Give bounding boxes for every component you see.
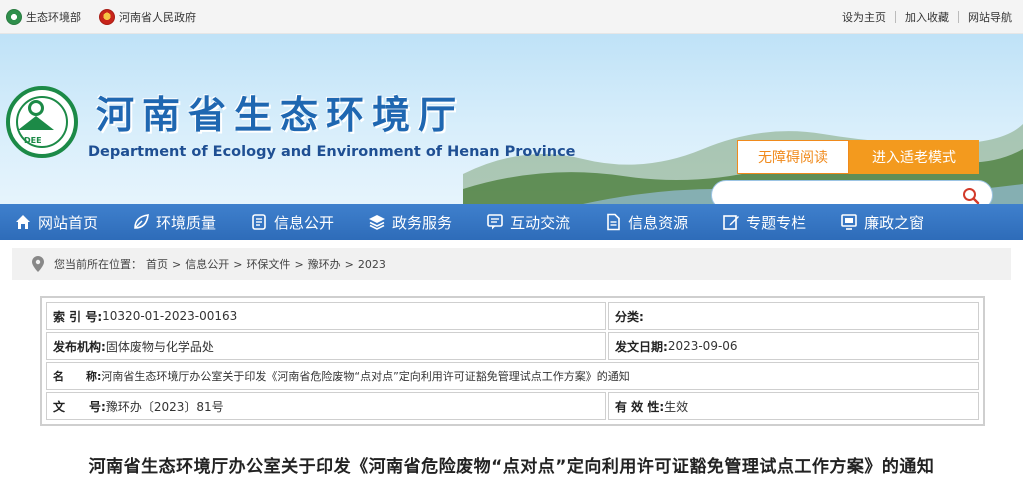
publisher-cell: 发布机构: 固体废物与化学品处 <box>46 332 606 360</box>
nav-item-label: 信息公开 <box>274 213 335 232</box>
search-icon[interactable] <box>962 187 980 204</box>
document-name-label: 名 称: <box>53 370 102 383</box>
search-box <box>711 180 993 204</box>
nav-item-label: 网站首页 <box>38 213 99 232</box>
home-icon <box>14 213 32 231</box>
set-homepage-link[interactable]: 设为主页 <box>833 9 895 25</box>
edit-icon <box>722 213 740 231</box>
ministry-emblem-icon <box>6 9 22 25</box>
nav-item-environment-quality[interactable]: 环境质量 <box>132 212 216 233</box>
validity-value: 生效 <box>664 399 689 414</box>
issue-date-value: 2023-09-06 <box>667 339 738 353</box>
accessibility-reading-button[interactable]: 无障碍阅读 <box>737 140 849 174</box>
nav-item-special-topics[interactable]: 专题专栏 <box>722 212 806 233</box>
breadcrumb-separator: > <box>172 257 182 271</box>
nav-item-integrity-window[interactable]: 廉政之窗 <box>840 212 924 233</box>
breadcrumb-separator: > <box>294 257 304 271</box>
ministry-link[interactable]: 生态环境部 <box>6 9 81 25</box>
nav-item-label: 廉政之窗 <box>864 213 925 232</box>
category-cell: 分类: <box>608 302 979 330</box>
national-emblem-icon <box>99 9 115 25</box>
index-number-label: 索 引 号: <box>53 309 103 324</box>
header-banner: DEE 河南省生态环境厅 Department of Ecology and E… <box>0 34 1023 204</box>
nav-item-government-services[interactable]: 政务服务 <box>368 212 452 233</box>
index-number-cell: 索 引 号: 10320-01-2023-00163 <box>46 302 606 330</box>
nav-item-home[interactable]: 网站首页 <box>14 212 98 233</box>
site-subtitle-english: Department of Ecology and Environment of… <box>88 144 576 160</box>
leaf-icon <box>132 213 150 231</box>
breadcrumb-container: 您当前所在位置： 首页 > 信息公开 > 环保文件 > 豫环办 > 2023 <box>0 240 1023 280</box>
table-row: 发布机构: 固体废物与化学品处 发文日期: 2023-09-06 <box>46 332 979 360</box>
location-pin-icon <box>32 256 44 272</box>
nav-item-information-resources[interactable]: 信息资源 <box>604 212 688 233</box>
chat-icon <box>486 213 504 231</box>
table-row: 索 引 号: 10320-01-2023-00163 分类: <box>46 302 979 330</box>
document-number-label: 文 号: <box>53 399 106 414</box>
site-navigation-link[interactable]: 网站导航 <box>959 9 1021 25</box>
file-icon <box>604 213 622 231</box>
index-number-value: 10320-01-2023-00163 <box>102 309 238 323</box>
top-bar-right-links: 设为主页 加入收藏 网站导航 <box>833 9 1021 25</box>
document-icon <box>250 213 268 231</box>
breadcrumb: 您当前所在位置： 首页 > 信息公开 > 环保文件 > 豫环办 > 2023 <box>12 248 1011 280</box>
document-title: 河南省生态环境厅办公室关于印发《河南省危险废物“点对点”定向利用许可证豁免管理试… <box>88 457 935 477</box>
department-logo[interactable]: DEE <box>6 86 78 158</box>
document-name-value: 河南省生态环境厅办公室关于印发《河南省危险废物“点对点”定向利用许可证豁免管理试… <box>101 370 630 383</box>
document-name-cell: 名 称: 河南省生态环境厅办公室关于印发《河南省危险废物“点对点”定向利用许可证… <box>46 362 979 390</box>
issue-date-cell: 发文日期: 2023-09-06 <box>608 332 979 360</box>
layers-icon <box>368 213 386 231</box>
publisher-label: 发布机构: <box>53 339 106 354</box>
ministry-link-label: 生态环境部 <box>26 11 81 24</box>
nav-item-label: 专题专栏 <box>746 213 807 232</box>
monitor-icon <box>840 213 858 231</box>
validity-cell: 有 效 性: 生效 <box>608 392 979 420</box>
nav-item-label: 政务服务 <box>392 213 453 232</box>
nav-item-interaction[interactable]: 互动交流 <box>486 212 570 233</box>
issue-date-label: 发文日期: <box>615 339 668 354</box>
breadcrumb-prefix: 您当前所在位置： <box>54 258 142 271</box>
breadcrumb-separator: > <box>344 257 354 271</box>
logo-text: DEE <box>24 136 42 145</box>
site-title: 河南省生态环境厅 <box>96 93 465 137</box>
search-input[interactable] <box>712 181 952 204</box>
top-bar-left-links: 生态环境部 河南省人民政府 <box>6 9 214 25</box>
breadcrumb-home[interactable]: 首页 <box>146 256 168 272</box>
provincial-government-link[interactable]: 河南省人民政府 <box>99 9 196 25</box>
breadcrumb-separator: > <box>233 257 243 271</box>
nav-item-label: 环境质量 <box>156 213 217 232</box>
nav-item-information-disclosure[interactable]: 信息公开 <box>250 212 334 233</box>
document-number-value: 豫环办〔2023〕81号 <box>105 399 224 414</box>
breadcrumb-year[interactable]: 2023 <box>358 258 386 271</box>
document-info-table: 索 引 号: 10320-01-2023-00163 分类: 发布机构: 固体废… <box>40 296 985 426</box>
nav-item-label: 信息资源 <box>628 213 689 232</box>
top-bar: 生态环境部 河南省人民政府 设为主页 加入收藏 网站导航 <box>0 0 1023 34</box>
breadcrumb-information-disclosure[interactable]: 信息公开 <box>185 256 229 272</box>
validity-label: 有 效 性: <box>615 399 665 414</box>
nav-item-label: 互动交流 <box>510 213 571 232</box>
breadcrumb-environmental-documents[interactable]: 环保文件 <box>246 256 290 272</box>
provincial-government-link-label: 河南省人民政府 <box>119 11 196 24</box>
breadcrumb-office-documents[interactable]: 豫环办 <box>308 256 341 272</box>
category-label: 分类: <box>615 309 644 324</box>
publisher-value: 固体废物与化学品处 <box>105 339 214 354</box>
main-navigation: 网站首页 环境质量 信息公开 政务服务 互动交流 信息资源 专题专栏 廉政之窗 <box>0 204 1023 240</box>
table-row: 文 号: 豫环办〔2023〕81号 有 效 性: 生效 <box>46 392 979 420</box>
table-row: 名 称: 河南省生态环境厅办公室关于印发《河南省危险废物“点对点”定向利用许可证… <box>46 362 979 390</box>
add-favorite-link[interactable]: 加入收藏 <box>896 9 958 25</box>
document-number-cell: 文 号: 豫环办〔2023〕81号 <box>46 392 606 420</box>
elder-mode-button[interactable]: 进入适老模式 <box>849 140 979 174</box>
